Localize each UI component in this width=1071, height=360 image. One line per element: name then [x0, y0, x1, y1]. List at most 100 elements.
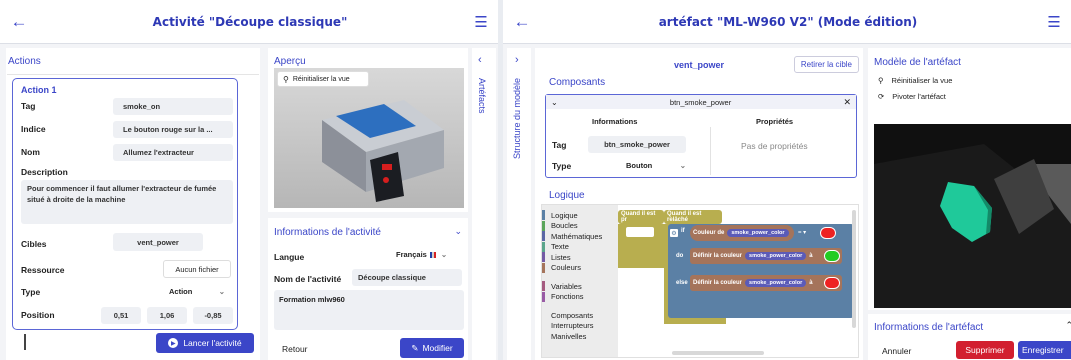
hamburger-menu-icon[interactable]: ☰ [468, 13, 494, 31]
position-label: Position [21, 310, 55, 320]
pivot-button[interactable]: ⟳ Pivoter l'artéfact [878, 92, 946, 101]
category-color-bar [542, 321, 545, 331]
gear-icon[interactable]: ⚙ [670, 229, 678, 237]
tag-field[interactable]: btn_smoke_power [588, 136, 686, 153]
type-label: Type [21, 287, 41, 297]
activity-screen: ← Activité "Découpe classique" ☰ Actions… [0, 0, 498, 360]
chevron-down-icon[interactable]: ⌄ [551, 98, 558, 107]
tag-field[interactable]: smoke_on [113, 98, 233, 115]
structure-side-tab[interactable]: › Structure du modèle [507, 48, 531, 360]
chevron-left-icon[interactable]: ‹ [478, 54, 482, 66]
description-field[interactable]: Pour commencer il faut allumer l'extract… [21, 180, 233, 224]
toolbox-category[interactable]: Couleurs [542, 262, 581, 273]
position-x-field[interactable]: 0,51 [101, 307, 141, 324]
toolbox-category[interactable]: Fonctions [542, 291, 584, 302]
variable-chip[interactable]: smoke_power_color [745, 279, 807, 287]
activity-topbar: ← Activité "Découpe classique" ☰ [0, 0, 498, 44]
pivot-label: Pivoter l'artéfact [892, 92, 946, 101]
color-swatch-red[interactable] [820, 227, 836, 239]
type-select[interactable]: Bouton ⌄ [626, 157, 686, 174]
variable-chip[interactable]: smoke_power_color [745, 252, 807, 260]
category-color-bar [542, 331, 545, 341]
launch-label: Lancer l'activité [183, 338, 242, 348]
color-swatch-green[interactable] [824, 250, 840, 262]
annuler-button[interactable]: Annuler [882, 346, 911, 356]
chevron-down-icon[interactable]: ⌄ [454, 226, 462, 237]
variable-chip[interactable]: smoke_power_color [727, 229, 789, 237]
color-swatch-red[interactable] [824, 277, 840, 289]
artefacts-side-tab[interactable]: ‹ Artéfacts [472, 48, 496, 360]
color-compare-block[interactable]: Couleur de smoke_power_color [690, 225, 794, 241]
artefact-editor-screen: ← artéfact "ML-W960 V2" (Mode édition) ☰… [503, 0, 1071, 360]
blockly-workspace[interactable]: Logique Boucles Mathématiques Texte Listes Co… [541, 204, 859, 358]
type-select[interactable]: Action ⌄ [163, 283, 231, 300]
activity-3d-viewer[interactable]: ⚲ Réinitialiser la vue [274, 68, 464, 208]
action-card[interactable]: Action 1 Tag smoke_on Indice Le bouton r… [12, 78, 238, 330]
category-label: Logique [551, 210, 578, 220]
toolbox-category[interactable]: Composants [542, 310, 593, 320]
category-color-bar [542, 281, 545, 291]
definir-label: Définir la couleur [693, 253, 743, 259]
back-arrow-icon[interactable]: ← [6, 12, 32, 32]
position-z-field[interactable]: -0,85 [193, 307, 233, 324]
a-keyword: à [809, 253, 813, 259]
close-icon[interactable]: ✕ [843, 97, 851, 108]
category-label: Fonctions [551, 292, 584, 301]
category-color-bar [542, 310, 545, 320]
toolbox-category[interactable]: Logique [542, 210, 578, 220]
toolbox-category[interactable]: Listes [542, 252, 571, 262]
horizontal-scrollbar[interactable] [672, 351, 764, 355]
supprimer-button[interactable]: Supprimer [956, 341, 1014, 359]
toolbox-category[interactable]: Manivelles [542, 331, 586, 341]
apercu-title: Aperçu [274, 56, 306, 67]
ressource-file-button[interactable]: Aucun fichier [163, 260, 231, 278]
toolbox-category[interactable]: Variables [542, 281, 582, 291]
tag-label: Tag [552, 140, 567, 150]
hamburger-menu-icon[interactable]: ☰ [1041, 13, 1067, 31]
langue-value: Français [396, 250, 427, 259]
play-icon: ▶ [168, 338, 179, 348]
reset-view-button[interactable]: ⚲ Réinitialiser la vue [878, 76, 952, 85]
no-properties-text: Pas de propriétés [741, 141, 808, 151]
category-label: Mathématiques [551, 231, 603, 241]
component-card-header[interactable]: ⌄ btn_smoke_power ✕ [546, 95, 856, 109]
chevron-down-icon: ⌄ [679, 161, 686, 170]
launch-activity-button[interactable]: ▶ Lancer l'activité [156, 333, 254, 353]
chevron-down-icon: ⌄ [218, 287, 225, 296]
retour-button[interactable]: Retour [282, 344, 308, 354]
pressed-event-block[interactable]: Quand il est pr [618, 210, 664, 224]
modifier-button[interactable]: ✎ Modifier [400, 338, 464, 358]
released-event-block[interactable]: Quand il est relâché [664, 210, 722, 224]
artefact-3d-viewer[interactable] [874, 124, 1071, 308]
cibles-field[interactable]: vent_power [113, 233, 203, 251]
equals-operator[interactable]: = ▾ [798, 229, 806, 236]
back-arrow-icon[interactable]: ← [509, 12, 535, 32]
category-label: Texte [551, 242, 569, 251]
toolbox-category[interactable]: Interrupteurs [542, 321, 594, 331]
enregistrer-button[interactable]: Enregistrer [1018, 341, 1071, 359]
modifier-label: Modifier [422, 343, 453, 353]
nom-field[interactable]: Allumez l'extracteur [113, 144, 233, 161]
chevron-up-icon[interactable]: ⌃ [1065, 320, 1071, 331]
position-y-field[interactable]: 1,06 [147, 307, 187, 324]
do-keyword: do [676, 253, 684, 259]
if-keyword: if [681, 228, 685, 234]
set-color-block-else[interactable]: Définir la couleur smoke_power_color à [690, 275, 842, 291]
toolbox-category[interactable]: Texte [542, 241, 569, 252]
nom-activite-field[interactable]: Découpe classique [352, 269, 462, 286]
retirer-cible-button[interactable]: Retirer la cible [793, 56, 859, 73]
type-label: Type [552, 161, 572, 171]
location-pin-icon: ⚲ [878, 76, 884, 85]
rotate-icon: ⟳ [878, 92, 885, 101]
category-label: Variables [551, 281, 582, 291]
set-color-block-do[interactable]: Définir la couleur smoke_power_color à [690, 248, 842, 264]
formation-field[interactable]: Formation mlw960 [274, 290, 464, 330]
vertical-scrollbar[interactable] [852, 210, 856, 328]
langue-select[interactable]: Français ⌄ [396, 250, 447, 259]
toolbox-category[interactable]: Mathématiques [542, 231, 602, 241]
category-label: Interrupteurs [551, 321, 594, 330]
indice-field[interactable]: Le bouton rouge sur la ... [113, 121, 233, 138]
chevron-right-icon[interactable]: › [515, 54, 519, 66]
activity-info-title: Informations de l'activité [274, 227, 381, 238]
toolbox-category[interactable]: Boucles [542, 220, 578, 231]
